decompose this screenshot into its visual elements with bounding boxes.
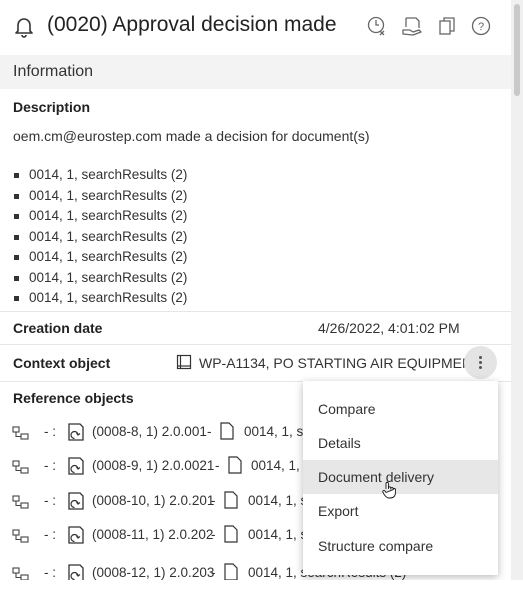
creation-date-value: 4/26/2022, 4:01:02 PM (318, 320, 460, 336)
notification-detail-panel: (0020) Approval decision made ? Informat… (0, 0, 511, 580)
reference-objects-label: Reference objects (13, 390, 134, 406)
list-item: 0014, 1, searchResults (2) (13, 208, 187, 229)
document-icon (224, 525, 238, 543)
reference-link[interactable]: (0008-8, 1) 2.0.001 (92, 424, 207, 439)
linked-document-icon (68, 492, 84, 510)
menu-item-structure-compare[interactable]: Structure compare (303, 529, 498, 563)
divider (0, 311, 511, 312)
scrollbar-thumb[interactable] (514, 4, 520, 96)
list-item: 0014, 1, searchResults (2) (13, 249, 187, 270)
structure-icon (12, 426, 29, 440)
document-hand-icon[interactable] (401, 15, 423, 37)
copy-icon[interactable] (436, 15, 458, 37)
clock-icon[interactable] (366, 15, 388, 37)
background-area (0, 580, 523, 605)
reference-link[interactable]: (0008-11, 1) 2.0.202 (92, 527, 213, 542)
reference-link[interactable]: (0008-10, 1) 2.0.201 (92, 493, 214, 508)
information-section-header: Information (0, 55, 511, 89)
page-title: (0020) Approval decision made (47, 13, 337, 36)
context-object-link[interactable]: WP-A1134, PO STARTING AIR EQUIPMENT (199, 355, 481, 371)
list-item: 0014, 1, searchResults (2) (13, 188, 187, 209)
creation-date-label: Creation date (13, 320, 103, 336)
list-item: 0014, 1, searchResults (2) (13, 270, 187, 291)
reference-document-link[interactable]: 0014, 1, s (251, 458, 310, 473)
linked-document-icon (68, 564, 84, 580)
reference-document-link[interactable]: 0014, 1, s (248, 493, 307, 508)
hand-cursor-icon (382, 481, 396, 499)
panel-header: (0020) Approval decision made ? (0, 0, 511, 52)
document-icon (228, 456, 242, 474)
structure-icon (12, 495, 29, 509)
linked-document-icon (68, 423, 84, 441)
context-object-label: Context object (13, 355, 111, 371)
help-icon[interactable]: ? (470, 15, 492, 37)
list-item: 0014, 1, searchResults (2) (13, 229, 187, 250)
reference-link[interactable]: (0008-12, 1) 2.0.203 (92, 565, 214, 580)
divider (0, 344, 511, 345)
reference-document-link[interactable]: 0014, 1, s (248, 527, 307, 542)
list-item: 0014, 1, searchResults (2) (13, 290, 187, 311)
description-label: Description (13, 99, 91, 115)
structure-icon (12, 529, 29, 543)
structure-icon (12, 567, 29, 580)
document-icon (220, 422, 234, 440)
linked-document-icon (68, 526, 84, 544)
description-list: 0014, 1, searchResults (2) 0014, 1, sear… (13, 167, 187, 311)
document-icon (224, 491, 238, 509)
linked-document-icon (68, 457, 84, 475)
description-text: oem.cm@eurostep.com made a decision for … (13, 128, 370, 144)
context-menu: Compare Details Document delivery Export… (303, 381, 498, 575)
vertical-scrollbar[interactable] (511, 0, 523, 580)
book-icon (176, 354, 192, 370)
menu-item-details[interactable]: Details (303, 426, 498, 460)
reference-link[interactable]: (0008-9, 1) 2.0.0021 (92, 458, 214, 473)
menu-item-export[interactable]: Export (303, 494, 498, 528)
svg-text:?: ? (478, 21, 484, 33)
menu-item-compare[interactable]: Compare (303, 392, 498, 426)
menu-item-document-delivery[interactable]: Document delivery (303, 460, 498, 494)
list-item: 0014, 1, searchResults (2) (13, 167, 187, 188)
structure-icon (12, 460, 29, 474)
section-title: Information (13, 63, 94, 80)
context-more-button[interactable] (464, 346, 497, 379)
document-icon (224, 563, 238, 580)
bell-icon (15, 18, 33, 38)
